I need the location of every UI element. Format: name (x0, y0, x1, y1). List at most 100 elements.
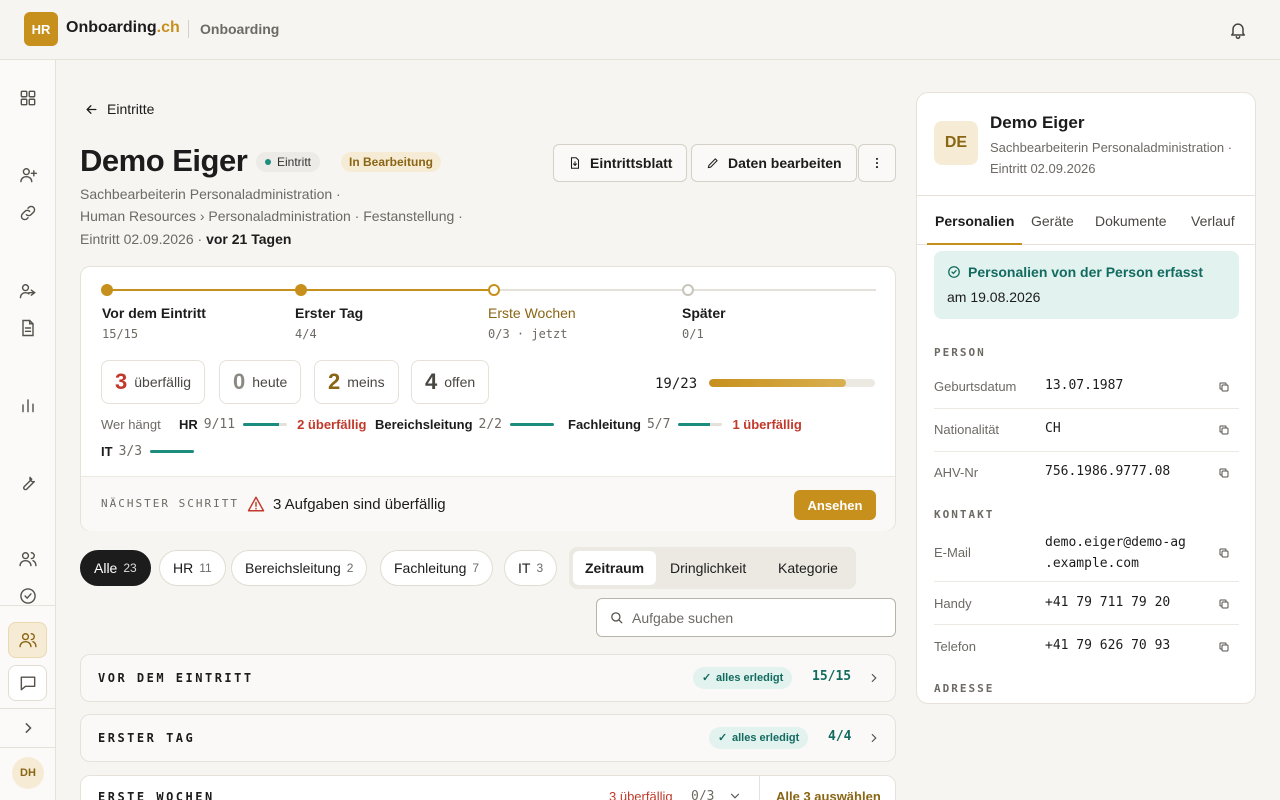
row-email: E-Mail demo.eiger@demo-ag .example.com (934, 526, 1239, 582)
next-step-message: 3 Aufgaben sind überfällig (247, 495, 446, 513)
link-icon[interactable] (18, 203, 38, 223)
users-icon[interactable] (18, 549, 38, 569)
copy-icon[interactable] (1218, 598, 1230, 610)
filter-fachleitung[interactable]: Fachleitung 7 (380, 550, 494, 586)
stage-dot-done (295, 284, 307, 296)
divider (0, 708, 56, 709)
filter-it[interactable]: IT 3 (504, 550, 558, 586)
filter-bereichsleitung[interactable]: Bereichsleitung 2 (231, 550, 368, 586)
wrench-icon[interactable] (18, 472, 38, 492)
segment-zeitraum[interactable]: Zeitraum (573, 551, 657, 585)
entry-date: Eintritt 02.09.2026 · vor 21 Tagen (80, 231, 292, 247)
filter-alle[interactable]: Alle 23 (80, 550, 151, 586)
nav-onboarding-active[interactable] (8, 622, 47, 658)
group-erste-wochen[interactable]: ERSTE WOCHEN 3 überfällig 0/3 Alle 3 aus… (80, 775, 896, 800)
chevron-right-icon[interactable] (867, 731, 881, 748)
chevron-right-icon[interactable] (18, 718, 38, 738)
user-arrow-icon[interactable] (18, 281, 38, 301)
next-step-bar: NÄCHSTER SCHRITT 3 Aufgaben sind überfäl… (81, 476, 895, 531)
copy-icon[interactable] (1218, 424, 1230, 436)
users-icon (19, 633, 37, 648)
group-vor-dem-eintritt[interactable]: VOR DEM EINTRITT alles erledigt 15/15 (80, 654, 896, 702)
segment-kategorie[interactable]: Kategorie (766, 551, 850, 585)
team-fachleitung[interactable]: Fachleitung 5/7 1 überfällig (568, 417, 802, 432)
search-input[interactable] (632, 609, 872, 626)
page-title: Demo Eiger (80, 143, 248, 178)
entry-sheet-button[interactable]: Eintrittsblatt (553, 144, 688, 182)
more-options-button[interactable] (858, 144, 896, 182)
tab-personalien[interactable]: Personalien (927, 196, 1023, 245)
group-count: 0/3 (691, 789, 715, 800)
filter-hr[interactable]: HR 11 (159, 550, 226, 586)
tab-dokumente[interactable]: Dokumente (1095, 196, 1167, 245)
pencil-icon (707, 158, 718, 169)
stage-spaeter[interactable]: Später 0/1 (682, 305, 726, 341)
progress-card: Vor dem Eintritt 15/15 Erster Tag 4/4 Erst… (80, 266, 896, 531)
chat-button[interactable] (8, 665, 47, 701)
top-bar: HR Onboarding.ch Onboarding (0, 0, 1280, 60)
team-bar (150, 450, 195, 453)
chat-icon (20, 676, 36, 691)
row-ahv-nr: AHV-Nr 756.1986.9777.08 (934, 452, 1239, 495)
download-document-icon (570, 157, 580, 169)
section-adresse: ADRESSE (934, 682, 995, 695)
stage-erste-wochen[interactable]: Erste Wochen 0/3 · jetzt (488, 305, 576, 341)
chip-today[interactable]: 0 heute (219, 360, 302, 404)
info-note: Personalien von der Person erfasst am 19… (934, 251, 1239, 319)
stage-dot-open (682, 284, 694, 296)
stage-vor-dem-eintritt[interactable]: Vor dem Eintritt 15/15 (102, 305, 206, 341)
chip-open[interactable]: 4 offen (411, 360, 490, 404)
org-path: Human Resources › Personaladministration… (80, 208, 463, 224)
check-circle-icon[interactable] (18, 586, 38, 606)
chip-overdue[interactable]: 3 überfällig (101, 360, 206, 404)
copy-icon[interactable] (1218, 467, 1230, 479)
divider (0, 747, 56, 748)
copy-icon[interactable] (1218, 641, 1230, 653)
select-all-button[interactable]: Alle 3 auswählen (776, 789, 881, 800)
chip-mine[interactable]: 2 meins (314, 360, 399, 404)
check-circle-icon (948, 266, 960, 278)
person-panel: DE Demo Eiger Sachbearbeiterin Personala… (916, 92, 1256, 704)
edit-data-button[interactable]: Daten bearbeiten (691, 144, 857, 182)
row-handy: Handy +41 79 711 79 20 (934, 582, 1239, 625)
logo[interactable]: HR (24, 12, 58, 46)
back-link[interactable]: Eintritte (84, 101, 154, 117)
section-person: PERSON (934, 346, 986, 359)
person-role: Sachbearbeiterin Personaladministration … (990, 140, 1233, 176)
user-avatar[interactable]: DH (12, 757, 44, 789)
chevron-right-icon[interactable] (867, 671, 881, 688)
team-hr[interactable]: HR 9/11 2 überfällig (179, 417, 366, 432)
job-title: Sachbearbeiterin Personaladministration … (80, 186, 341, 202)
document-icon[interactable] (18, 318, 38, 338)
person-avatar: DE (934, 121, 978, 165)
section-kontakt: KONTAKT (934, 508, 995, 521)
group-by-segment: Zeitraum Dringlichkeit Kategorie (569, 547, 856, 589)
copy-icon[interactable] (1218, 381, 1230, 393)
tab-verlauf[interactable]: Verlauf (1191, 196, 1235, 245)
chevron-down-icon[interactable] (728, 789, 742, 800)
warning-icon (247, 496, 265, 512)
user-plus-icon[interactable] (18, 165, 38, 185)
divider (0, 605, 56, 606)
grid-icon[interactable] (18, 88, 38, 108)
row-nationalitaet: Nationalität CH (934, 409, 1239, 452)
type-badge: Eintritt (256, 152, 321, 172)
row-geburtsdatum: Geburtsdatum 13.07.1987 (934, 366, 1239, 409)
done-badge: alles erledigt (693, 667, 793, 689)
team-it[interactable]: IT 3/3 (101, 444, 195, 459)
brand-name[interactable]: Onboarding.ch (66, 19, 180, 37)
stage-dot-current (488, 284, 500, 296)
team-bereichsleitung[interactable]: Bereichsleitung 2/2 (375, 417, 555, 432)
segment-dringlichkeit[interactable]: Dringlichkeit (658, 551, 758, 585)
copy-icon[interactable] (1218, 547, 1230, 559)
stage-erster-tag[interactable]: Erster Tag 4/4 (295, 305, 363, 341)
progress-bar (709, 379, 875, 387)
progress-fill (709, 379, 847, 387)
stage-dot-done (101, 284, 113, 296)
bell-icon[interactable] (1228, 20, 1248, 40)
section-title: Onboarding (200, 21, 280, 37)
chart-icon[interactable] (18, 395, 38, 415)
group-erster-tag[interactable]: ERSTER TAG alles erledigt 4/4 (80, 714, 896, 762)
tab-geraete[interactable]: Geräte (1031, 196, 1074, 245)
view-button[interactable]: Ansehen (794, 490, 876, 520)
